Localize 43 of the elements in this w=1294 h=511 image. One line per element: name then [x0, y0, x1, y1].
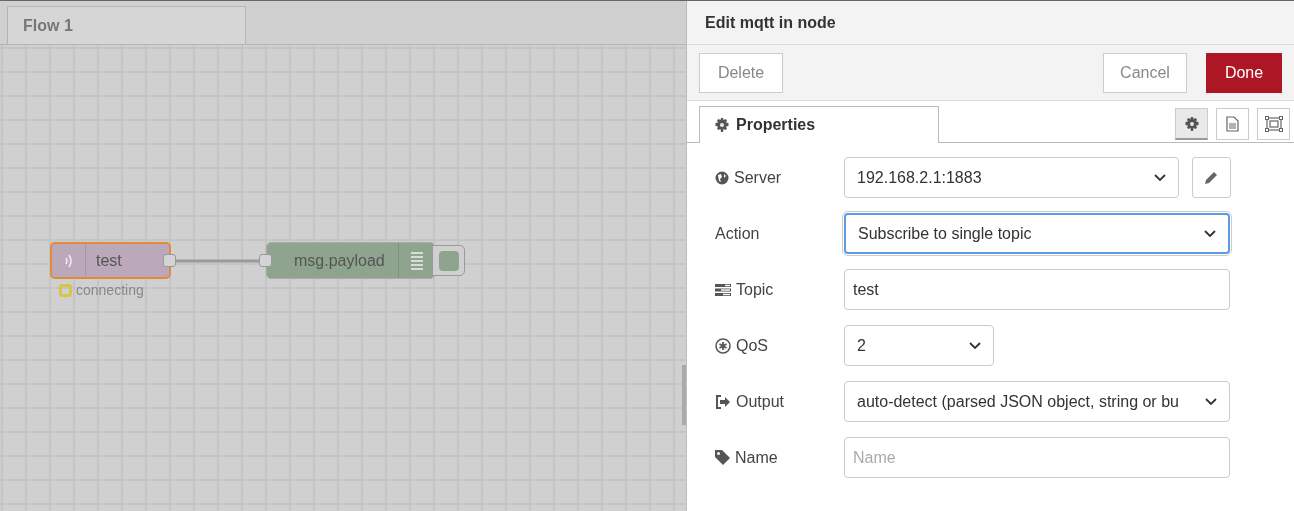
field-label: Name — [735, 447, 778, 468]
dropdown-field[interactable]: 2 — [844, 325, 994, 366]
sidebar-tab-button[interactable] — [1216, 108, 1249, 140]
sidebar-tab-button[interactable] — [1257, 108, 1290, 140]
asterisk-icon — [715, 337, 731, 354]
field-label: Action — [715, 223, 760, 244]
chevron-down-icon — [1204, 229, 1216, 238]
tray-title: Edit mqtt in node — [705, 12, 836, 33]
document-icon — [1226, 116, 1239, 132]
field-label: QoS — [736, 335, 768, 356]
text-field[interactable]: test — [844, 269, 1230, 310]
status-text: connecting — [76, 283, 144, 297]
node-label: test — [95, 250, 122, 271]
list-icon — [410, 250, 423, 271]
chevron-down-icon — [1205, 397, 1217, 406]
sign-out-icon — [715, 394, 731, 409]
dropdown-field[interactable]: 192.168.2.1:1883 — [844, 157, 1179, 198]
frame-icon — [1264, 116, 1283, 132]
tray-button[interactable]: Cancel — [1103, 52, 1187, 93]
tray-button[interactable]: Delete — [699, 52, 783, 93]
list-icon — [715, 283, 731, 296]
primary-button[interactable]: Done — [1206, 52, 1282, 93]
properties-tab[interactable]: Properties — [699, 106, 939, 143]
field-label: Topic — [736, 279, 774, 300]
pencil-icon — [1205, 171, 1218, 184]
globe-icon — [715, 170, 729, 185]
resize-handle[interactable] — [682, 365, 686, 425]
node-label: msg.payload — [293, 250, 386, 271]
tag-icon — [715, 450, 730, 465]
chevron-down-icon — [969, 341, 981, 350]
field-label: Output — [736, 391, 785, 412]
port-handle[interactable] — [259, 254, 272, 267]
gear-icon — [715, 118, 729, 132]
edit-button[interactable] — [1192, 157, 1231, 198]
dropdown-field[interactable]: auto-detect (parsed JSON object, string or bu — [844, 381, 1230, 422]
gear-icon — [1184, 116, 1199, 131]
text-field[interactable]: Name — [844, 437, 1230, 478]
sidebar-tab-button[interactable] — [1175, 108, 1208, 140]
toggle-button[interactable] — [432, 245, 465, 276]
field-label: Server — [734, 167, 782, 188]
port-handle[interactable] — [163, 254, 176, 267]
dropdown-field[interactable]: Subscribe to single topic — [844, 213, 1230, 254]
chevron-down-icon — [1154, 173, 1166, 182]
